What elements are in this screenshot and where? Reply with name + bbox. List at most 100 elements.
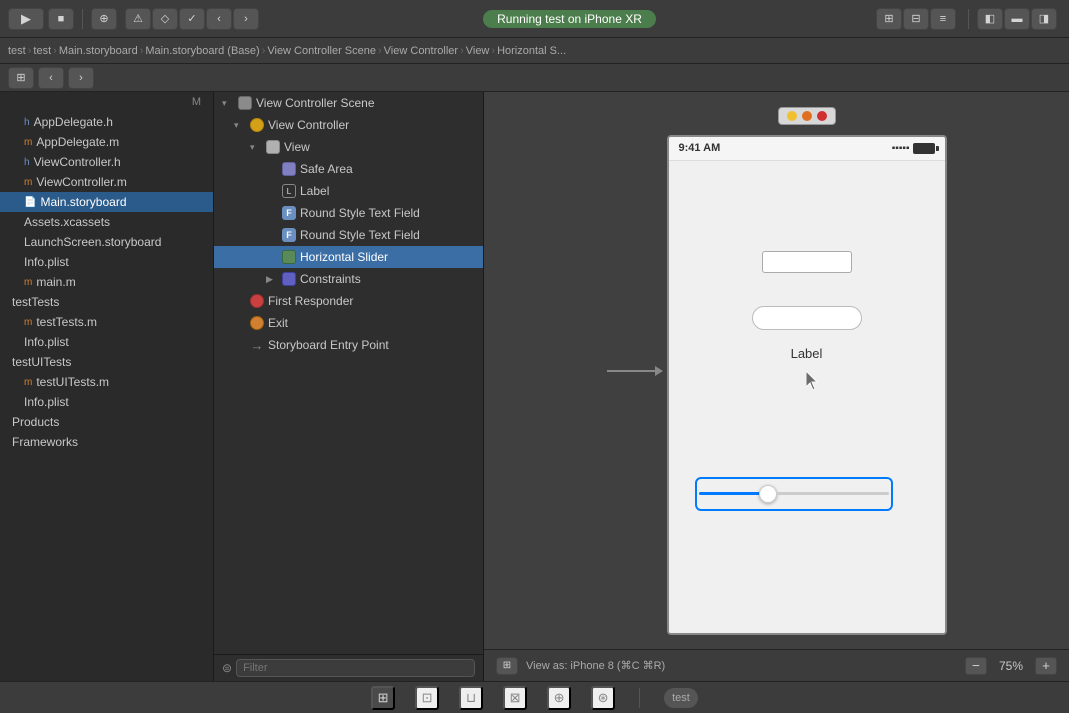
main-content: M h AppDelegate.h m AppDelegate.m h View… <box>0 92 1069 681</box>
canvas-area: 9:41 AM ▪▪▪▪▪ <box>484 92 1069 681</box>
stop-button[interactable]: ■ <box>48 8 74 30</box>
iphone-body: Label <box>669 161 945 633</box>
tree-item-textfield2[interactable]: F Round Style Text Field <box>214 224 483 246</box>
breadcrumb-vc[interactable]: View Controller <box>384 45 458 57</box>
expand-icon-constraints[interactable]: ▶ <box>266 274 278 285</box>
tree-item-view[interactable]: ▾ View <box>214 136 483 158</box>
view-version[interactable]: ≡ <box>930 8 956 30</box>
bottom-tab-bar: ⊞ ⊡ ⊔ ⊠ ⊕ ⊛ test <box>0 681 1069 713</box>
tab-report[interactable]: ⊠ <box>503 686 527 710</box>
zoom-level: 75% <box>995 659 1027 673</box>
tab-history[interactable]: ⊡ <box>415 686 439 710</box>
sidebar-item-infoplist2[interactable]: Info.plist <box>0 332 213 352</box>
sidebar-item-viewcontroller-m[interactable]: m ViewController.m <box>0 172 213 192</box>
expand-icon-view[interactable]: ▾ <box>250 142 262 153</box>
tree-label-vc-scene: View Controller Scene <box>256 96 375 110</box>
slider-thumb[interactable] <box>759 485 777 503</box>
breakpoints-button[interactable]: ⊕ <box>91 8 117 30</box>
file-icon: m <box>24 177 32 188</box>
breadcrumb-vc-scene[interactable]: View Controller Scene <box>267 45 376 57</box>
zoom-plus[interactable]: + <box>1035 657 1057 675</box>
breadcrumb-mainstoryboard-base[interactable]: Main.storyboard (Base) <box>145 45 259 57</box>
view-as-label: View as: iPhone 8 (⌘C ⌘R) <box>526 659 665 672</box>
hide-inspector[interactable]: ◨ <box>1031 8 1057 30</box>
ui-slider[interactable] <box>699 481 889 507</box>
next-btn[interactable]: › <box>68 67 94 89</box>
sidebar-item-testuitests-group[interactable]: testUITests <box>0 352 213 372</box>
sidebar-item-testuitestsm[interactable]: m testUITests.m <box>0 372 213 392</box>
view-standard[interactable]: ⊞ <box>876 8 902 30</box>
textfield2-icon: F <box>282 228 296 242</box>
test-button[interactable]: ✓ <box>179 8 205 30</box>
breadcrumb-test1[interactable]: test <box>8 45 26 57</box>
ui-label: Label <box>791 346 823 361</box>
iphone-time: 9:41 AM <box>679 142 721 154</box>
issue-button[interactable]: ◇ <box>152 8 178 30</box>
sidebar-item-infoplist3[interactable]: Info.plist <box>0 392 213 412</box>
tab-outline[interactable]: ⊞ <box>371 686 395 710</box>
sidebar-item-appdelegate-h[interactable]: h AppDelegate.h <box>0 112 213 132</box>
nav-next[interactable]: › <box>233 8 259 30</box>
firstresponder-icon <box>250 294 264 308</box>
breadcrumb-slider[interactable]: Horizontal S... <box>497 45 566 57</box>
file-icon: 📄 <box>24 197 36 208</box>
tree-item-vc[interactable]: ▾ View Controller <box>214 114 483 136</box>
entry-arrow-icon: → <box>250 338 264 353</box>
sidebar-item-launchscreen[interactable]: LaunchScreen.storyboard <box>0 232 213 252</box>
tree-item-safearea[interactable]: Safe Area <box>214 158 483 180</box>
sidebar-item-appdelegate-m[interactable]: m AppDelegate.m <box>0 132 213 152</box>
tree-item-vc-scene[interactable]: ▾ View Controller Scene <box>214 92 483 114</box>
sidebar-item-mainstoryboard[interactable]: 📄 Main.storyboard <box>0 192 213 212</box>
sidebar-item-testtests-group[interactable]: testTests <box>0 292 213 312</box>
breadcrumb-view[interactable]: View <box>466 45 490 57</box>
sidebar-item-testtestsm[interactable]: m testTests.m <box>0 312 213 332</box>
canvas-content[interactable]: 9:41 AM ▪▪▪▪▪ <box>484 92 1069 649</box>
file-icon: m <box>24 277 32 288</box>
tree-item-entrypoint[interactable]: → Storyboard Entry Point <box>214 334 483 356</box>
tree-item-label[interactable]: L Label <box>214 180 483 202</box>
expand-icon[interactable]: ▾ <box>222 98 234 109</box>
sidebar-item-assets[interactable]: Assets.xcassets <box>0 212 213 232</box>
debug-area[interactable]: ▬ <box>1004 8 1030 30</box>
nav-prev[interactable]: ‹ <box>206 8 232 30</box>
textfield-1[interactable] <box>762 251 852 273</box>
dot-orange <box>802 111 812 121</box>
hide-navigator[interactable]: ◧ <box>977 8 1003 30</box>
file-icon: m <box>24 137 32 148</box>
sidebar-item-frameworks[interactable]: Frameworks <box>0 432 213 452</box>
zoom-minus[interactable]: − <box>965 657 987 675</box>
breadcrumb-test2[interactable]: test <box>33 45 51 57</box>
view-icon <box>266 140 280 154</box>
view-assistant[interactable]: ⊟ <box>903 8 929 30</box>
tab-settings[interactable]: ⊕ <box>547 686 571 710</box>
file-icon: m <box>24 377 32 388</box>
run-button[interactable]: ▶ <box>8 8 44 30</box>
warn-button[interactable]: ⚠ <box>125 8 151 30</box>
textfield1-icon: F <box>282 206 296 220</box>
file-navigator: M h AppDelegate.h m AppDelegate.m h View… <box>0 92 214 681</box>
tree-item-firstresponder[interactable]: First Responder <box>214 290 483 312</box>
sidebar-item-products[interactable]: Products <box>0 412 213 432</box>
filter-input[interactable] <box>236 659 475 677</box>
file-icon: h <box>24 157 30 168</box>
status-bar: Running test on iPhone XR <box>267 10 872 28</box>
sidebar-item-mainm[interactable]: m main.m <box>0 272 213 292</box>
add-editor[interactable]: ⊞ <box>8 67 34 89</box>
sidebar-item-viewcontroller-h[interactable]: h ViewController.h <box>0 152 213 172</box>
expand-icon-vc[interactable]: ▾ <box>234 120 246 131</box>
tree-item-textfield1[interactable]: F Round Style Text Field <box>214 202 483 224</box>
breadcrumb-bar: test › test › Main.storyboard › Main.sto… <box>0 38 1069 64</box>
tab-breakpoints[interactable]: ⊔ <box>459 686 483 710</box>
sidebar-item-infoplist[interactable]: Info.plist <box>0 252 213 272</box>
safearea-icon <box>282 162 296 176</box>
sidebar-item-m[interactable]: M <box>0 92 213 112</box>
tree-item-exit[interactable]: Exit <box>214 312 483 334</box>
tree-item-slider[interactable]: Horizontal Slider <box>214 246 483 268</box>
fit-button[interactable]: ⊞ <box>496 657 518 675</box>
tree-item-constraints[interactable]: ▶ Constraints <box>214 268 483 290</box>
breadcrumb-mainstoryboard[interactable]: Main.storyboard <box>59 45 138 57</box>
tree-label-constraints: Constraints <box>300 272 361 286</box>
prev-btn[interactable]: ‹ <box>38 67 64 89</box>
textfield-2-round[interactable] <box>752 306 862 330</box>
tab-more[interactable]: ⊛ <box>591 686 615 710</box>
